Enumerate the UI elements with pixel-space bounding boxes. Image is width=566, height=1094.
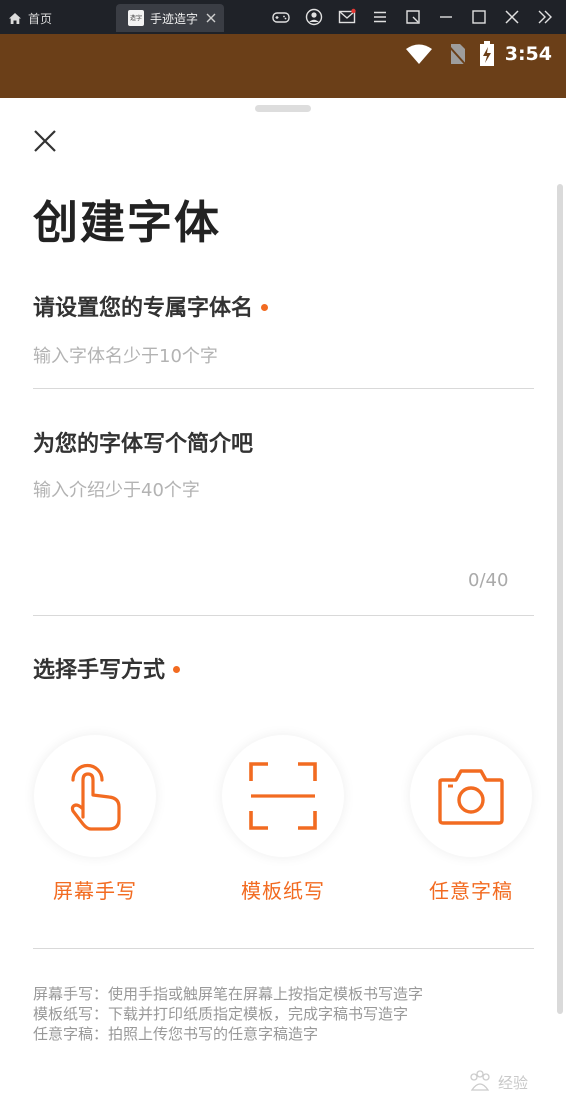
watermark-text: 经验 (498, 1073, 529, 1092)
divider (33, 948, 534, 949)
close-window-icon[interactable] (503, 8, 521, 26)
scan-frame-icon (249, 762, 317, 830)
required-dot (173, 665, 181, 673)
method-template-paper[interactable]: 模板纸写 (221, 735, 345, 904)
method-any-draft[interactable]: 任意字稿 (409, 735, 533, 904)
mail-icon[interactable] (338, 8, 356, 26)
method-icon-circle (222, 735, 344, 857)
wifi-icon (405, 44, 432, 64)
app-icon: 造字 (128, 10, 144, 26)
method-descriptions: 屏幕手写：使用手指或触屏笔在屏幕上按指定模板书写造字 模板纸写：下载并打印纸质指… (33, 984, 543, 1044)
status-time: 3:54 (504, 43, 552, 65)
method-icon-circle (34, 735, 156, 857)
method-screen-handwriting[interactable]: 屏幕手写 (33, 735, 157, 904)
font-name-label: 请设置您的专属字体名 (33, 290, 269, 322)
tab-close-icon[interactable] (204, 11, 218, 25)
sheet-drag-handle[interactable] (255, 105, 311, 112)
footnote-line: 屏幕手写：使用手指或触屏笔在屏幕上按指定模板书写造字 (33, 985, 424, 1003)
app-tab[interactable]: 造字 手迹造字 (116, 4, 224, 32)
home-tab-label: 首页 (28, 11, 53, 26)
footnote-line: 任意字稿：拍照上传您书写的任意字稿造字 (33, 1025, 319, 1043)
create-font-sheet: 创建字体 请设置您的专属字体名 为您的字体写个简介吧 0/40 选择手写方式 屏… (0, 98, 566, 1092)
home-tab[interactable]: 首页 (8, 6, 52, 30)
required-dot (261, 303, 269, 311)
font-intro-input[interactable] (33, 476, 533, 556)
screenshot-icon[interactable] (404, 8, 422, 26)
method-label: 任意字稿 (429, 879, 513, 903)
intro-char-counter: 0/40 (468, 570, 509, 591)
emulator-toolbar: 首页 造字 手迹造字 (0, 0, 566, 34)
scrollbar[interactable] (557, 184, 563, 1014)
no-sim-icon (445, 43, 466, 65)
font-name-input[interactable] (33, 342, 533, 370)
handwriting-method-label-text: 选择手写方式 (33, 658, 166, 683)
divider (33, 615, 534, 616)
method-label: 模板纸写 (241, 879, 325, 903)
font-intro-label: 为您的字体写个简介吧 (33, 432, 254, 457)
maximize-icon[interactable] (470, 8, 488, 26)
home-icon (9, 12, 21, 24)
touch-hand-icon (70, 763, 121, 831)
font-name-label-text: 请设置您的专属字体名 (33, 296, 254, 321)
battery-charging-icon (479, 41, 494, 66)
method-icon-circle (410, 735, 532, 857)
status-indicators: 3:54 (405, 41, 552, 66)
watermark: 经验 (466, 1070, 528, 1094)
camera-icon (438, 769, 504, 825)
watermark-logo-icon (470, 1070, 490, 1091)
expand-sidebar-icon[interactable] (536, 8, 554, 26)
status-bar: 3:54 (0, 34, 566, 98)
account-icon[interactable] (305, 8, 323, 26)
page-title: 创建字体 (33, 196, 222, 249)
method-label: 屏幕手写 (53, 879, 137, 903)
gamepad-icon[interactable] (272, 8, 290, 26)
footnote-line: 模板纸写：下载并打印纸质指定模板，完成字稿书写造字 (33, 1005, 409, 1023)
handwriting-method-label: 选择手写方式 (33, 652, 181, 684)
divider (33, 388, 534, 389)
app-tab-label: 手迹造字 (150, 11, 199, 26)
close-icon[interactable] (32, 128, 58, 154)
emulator-actions (257, 8, 554, 26)
app-icon-text: 造字 (129, 14, 142, 22)
menu-icon[interactable] (371, 8, 389, 26)
minimize-icon[interactable] (437, 8, 455, 26)
